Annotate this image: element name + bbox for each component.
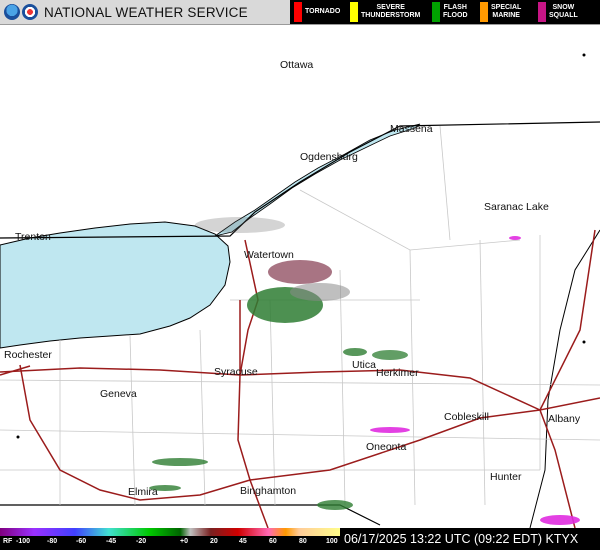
legend-swatch — [480, 2, 488, 22]
city-label: Herkimer — [376, 367, 419, 379]
city-label: Ottawa — [280, 59, 313, 71]
radar-site-id: KTYX — [545, 532, 579, 546]
brand: NATIONAL WEATHER SERVICE — [4, 3, 248, 21]
scale-tick: -45 — [106, 538, 117, 545]
noaa-logo-icon — [4, 4, 20, 20]
legend-label: SPECIAL MARINE — [491, 4, 522, 19]
city-label: Rochester — [4, 349, 52, 361]
city-label: Syracuse — [214, 366, 258, 378]
city-label: Trenton — [15, 231, 51, 243]
city-label: Elmira — [128, 486, 158, 498]
scale-tick: 80 — [299, 538, 307, 545]
scale-tick: -20 — [136, 538, 147, 545]
city-label: Geneva — [100, 388, 137, 400]
legend-item-flash-flood: FLASH FLOOD — [428, 0, 476, 24]
scale-tick: -100 — [16, 538, 31, 545]
legend-label: SEVERE THUNDERSTORM — [361, 4, 421, 19]
header-bar: NATIONAL WEATHER SERVICE TORNADO SEVERE T… — [0, 0, 600, 25]
scale-tick: 20 — [210, 538, 218, 545]
scale-tick: -60 — [76, 538, 87, 545]
legend-swatch — [432, 2, 440, 22]
agency-title: NATIONAL WEATHER SERVICE — [44, 4, 248, 20]
legend-swatch — [294, 2, 302, 22]
scale-tick: 100 — [326, 538, 338, 545]
reflectivity-scale: RF -100 -80 -60 -45 -20 +0 20 45 60 80 1… — [0, 528, 340, 550]
city-label: Albany — [548, 413, 581, 425]
scale-color-bar — [0, 528, 340, 536]
city-label: Binghamton — [240, 485, 296, 497]
legend-item-snow-squall: SNOW SQUALL — [534, 0, 596, 24]
nws-logo-icon — [22, 4, 38, 20]
legend-swatch — [350, 2, 358, 22]
radar-map[interactable]: Ottawa Massena Ogdensburg Saranac Lake T… — [0, 25, 600, 528]
legend-item-severe-thunderstorm: SEVERE THUNDERSTORM — [346, 0, 428, 24]
legend-label: SNOW SQUALL — [549, 4, 578, 19]
city-label: Massena — [390, 123, 433, 135]
legend-item-special-marine: SPECIAL MARINE — [476, 0, 534, 24]
city-label: Ogdensburg — [300, 151, 358, 163]
legend-item-tornado: TORNADO — [290, 0, 346, 24]
legend-swatch — [538, 2, 546, 22]
legend-label: TORNADO — [305, 8, 341, 15]
scale-tick: 45 — [239, 538, 247, 545]
city-label: Saranac Lake — [484, 201, 549, 213]
city-label: Utica — [352, 359, 376, 371]
scale-tick: 60 — [269, 538, 277, 545]
city-label: Oneonta — [366, 441, 406, 453]
legend-label: FLASH FLOOD — [443, 4, 468, 19]
scale-tick: RF — [3, 538, 13, 545]
scale-tick: -80 — [47, 538, 58, 545]
city-label: Cobleskill — [444, 411, 489, 423]
city-label: Hunter — [490, 471, 522, 483]
warning-legend: TORNADO SEVERE THUNDERSTORM FLASH FLOOD SP… — [290, 0, 600, 24]
timestamp-label: 06/17/2025 13:22 UTC (09:22 EDT) KTYX — [340, 528, 578, 550]
scale-tick: +0 — [180, 538, 188, 545]
city-label: Watertown — [244, 249, 294, 261]
timestamp-text: 06/17/2025 13:22 UTC (09:22 EDT) — [344, 532, 543, 546]
